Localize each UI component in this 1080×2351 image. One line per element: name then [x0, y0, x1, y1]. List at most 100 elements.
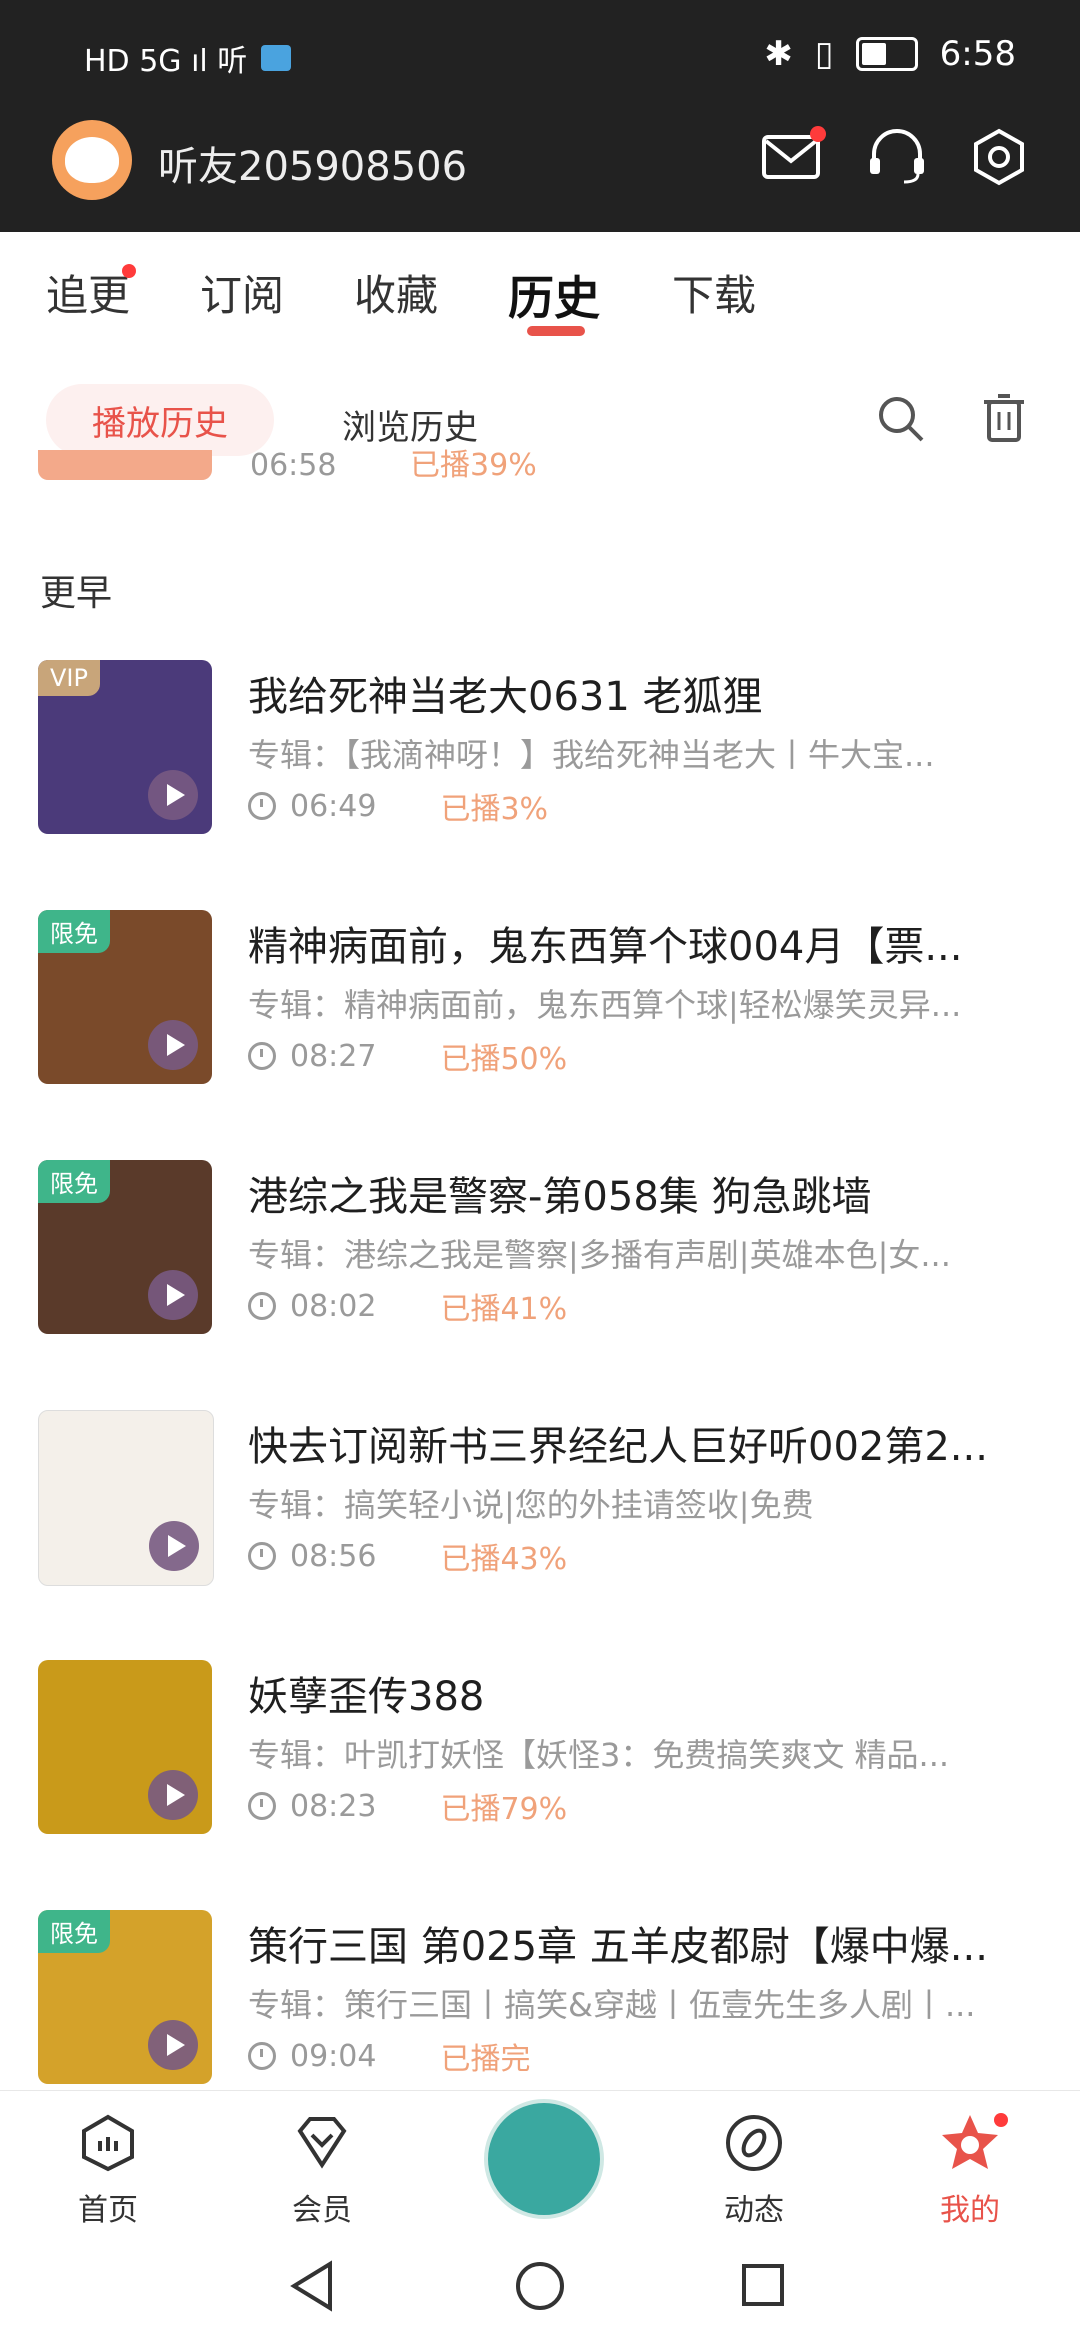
home-circle-icon[interactable] [514, 2260, 566, 2312]
trash-icon[interactable] [980, 392, 1028, 444]
username[interactable]: 听友205908506 [158, 134, 467, 192]
list-item[interactable]: 限免 策行三国 第025章 五羊皮都尉【爆中爆... 专辑：策行三国丨搞笑&穿越… [0, 1910, 1080, 2088]
album-name: 专辑：精神病面前，鬼东西算个球|轻松爆笑灵异... [248, 986, 962, 1024]
duration: 08:23 [290, 1788, 377, 1824]
search-icon[interactable] [876, 394, 926, 444]
recents-icon[interactable] [740, 2262, 786, 2308]
clock-icon [248, 1542, 276, 1570]
nav-mine-label: 我的 [940, 2193, 1000, 2228]
list-item[interactable]: 妖孽歪传388 专辑：叶凯打妖怪【妖怪3：免费搞笑爽文 精品... 08:23 已… [0, 1660, 1080, 1838]
album-cover[interactable]: 限免 [38, 1160, 212, 1334]
play-icon[interactable] [148, 1770, 198, 1820]
nav-vip[interactable]: 会员 [262, 2111, 382, 2229]
section-earlier: 更早 [40, 573, 113, 614]
clock-time: 6:58 [939, 34, 1016, 74]
history-subtabs: 播放历史 浏览历史 [0, 380, 1080, 460]
home-icon [82, 2114, 134, 2172]
play-icon[interactable] [149, 1521, 199, 1571]
album-cover[interactable] [38, 1410, 214, 1586]
nav-activity[interactable]: 动态 [694, 2111, 814, 2229]
status-bar: HD 5G ıl 听 ✱ ▯ 6:58 [0, 0, 1080, 110]
episode-meta: 08:56 已播43% [248, 1534, 567, 1578]
album-name: 专辑：叶凯打妖怪【妖怪3：免费搞笑爽文 精品... [248, 1736, 950, 1774]
cover-badge: VIP [38, 660, 100, 696]
tab-follow-dot [122, 264, 136, 278]
nav-vip-label: 会员 [292, 2193, 352, 2228]
cover-badge: 限免 [38, 910, 110, 953]
activity-icon [726, 2115, 782, 2171]
album-cover[interactable]: 限免 [38, 1910, 212, 2084]
headset-icon [870, 129, 924, 184]
play-progress: 已播41% [440, 1292, 568, 1327]
telegram-icon [261, 45, 292, 71]
play-icon[interactable] [148, 2020, 198, 2070]
list-item[interactable]: 快去订阅新书三界经纪人巨好听002第2... 专辑：搞笑轻小说|您的外挂请签收|… [0, 1410, 1080, 1588]
duration: 08:56 [290, 1538, 377, 1574]
list-item[interactable]: VIP 我给死神当老大0631 老狐狸 专辑：【我滴神呀！】我给死神当老大丨牛大… [0, 660, 1080, 838]
customer-service-button[interactable] [866, 126, 928, 188]
top-tabs: 追更 订阅 收藏 历史 下载 [0, 232, 1080, 352]
duration: 09:04 [290, 2038, 377, 2074]
mine-star-icon [942, 2115, 998, 2169]
list-item[interactable]: 限免 精神病面前，鬼东西算个球004月【票... 专辑：精神病面前，鬼东西算个球… [0, 910, 1080, 1088]
tab-active-indicator [527, 326, 585, 336]
nav-home[interactable]: 首页 [48, 2111, 168, 2229]
episode-title: 妖孽歪传388 [248, 1674, 485, 1720]
play-progress: 已播完 [440, 2042, 531, 2077]
status-left: HD 5G ıl 听 [84, 36, 292, 80]
clock-icon [248, 1792, 276, 1820]
back-icon[interactable] [290, 2260, 336, 2312]
tab-subscribe[interactable]: 订阅 [200, 262, 284, 323]
subtab-play-history[interactable]: 播放历史 [46, 384, 274, 456]
cover-badge: 限免 [38, 1910, 110, 1953]
play-progress: 已播3% [440, 792, 549, 827]
nav-mine[interactable]: 我的 [910, 2111, 1030, 2229]
system-nav-bar [0, 2230, 1080, 2351]
album-cover[interactable]: VIP [38, 660, 212, 834]
partial-cover[interactable] [38, 450, 212, 480]
episode-title: 港综之我是警察-第058集 狗急跳墙 [248, 1174, 872, 1220]
partial-time: 06:58 [250, 448, 337, 483]
album-cover[interactable]: 限免 [38, 910, 212, 1084]
episode-title: 策行三国 第025章 五羊皮都尉【爆中爆... [248, 1924, 988, 1970]
episode-meta: 06:49 已播3% [248, 784, 548, 828]
avatar[interactable] [52, 120, 132, 200]
settings-button[interactable] [968, 126, 1030, 188]
battery-icon [855, 37, 918, 71]
vip-diamond-icon [297, 2117, 347, 2169]
partial-progress: 已播39% [410, 448, 537, 483]
cover-badge: 限免 [38, 1160, 110, 1203]
nav-activity-label: 动态 [724, 2193, 784, 2228]
play-icon[interactable] [148, 1270, 198, 1320]
clock-icon [248, 1042, 276, 1070]
tab-downloads[interactable]: 下载 [672, 262, 756, 323]
status-right: ✱ ▯ 6:58 [764, 34, 1016, 74]
clock-icon [248, 2042, 276, 2070]
play-icon[interactable] [148, 1020, 198, 1070]
album-name: 专辑：【我滴神呀！】我给死神当老大丨牛大宝... [248, 736, 935, 774]
now-playing-disc[interactable] [484, 2099, 604, 2219]
album-name: 专辑：策行三国丨搞笑&穿越丨伍壹先生多人剧丨... [248, 1986, 976, 2024]
mine-dot [994, 2113, 1008, 2127]
episode-title: 精神病面前，鬼东西算个球004月【票... [248, 924, 963, 970]
tab-history[interactable]: 历史 [508, 262, 600, 328]
episode-meta: 08:23 已播79% [248, 1784, 567, 1828]
clock-icon [248, 1292, 276, 1320]
mail-unread-dot [810, 126, 826, 142]
mail-icon [762, 135, 820, 179]
tab-favorites[interactable]: 收藏 [354, 262, 438, 323]
cat-face-icon [65, 137, 119, 183]
episode-meta: 09:04 已播完 [248, 2034, 530, 2078]
vibrate-icon: ▯ [814, 34, 834, 74]
list-item[interactable]: 限免 港综之我是警察-第058集 狗急跳墙 专辑：港综之我是警察|多播有声剧|英… [0, 1160, 1080, 1338]
duration: 06:49 [290, 788, 377, 824]
episode-title: 我给死神当老大0631 老狐狸 [248, 674, 763, 720]
album-cover[interactable] [38, 1660, 212, 1834]
play-icon[interactable] [148, 770, 198, 820]
album-name: 专辑：港综之我是警察|多播有声剧|英雄本色|女... [248, 1236, 951, 1274]
tab-follow[interactable]: 追更 [46, 262, 130, 323]
play-progress: 已播79% [440, 1792, 568, 1827]
clock-icon [248, 792, 276, 820]
mail-button[interactable] [760, 126, 826, 188]
episode-meta: 08:27 已播50% [248, 1034, 567, 1078]
